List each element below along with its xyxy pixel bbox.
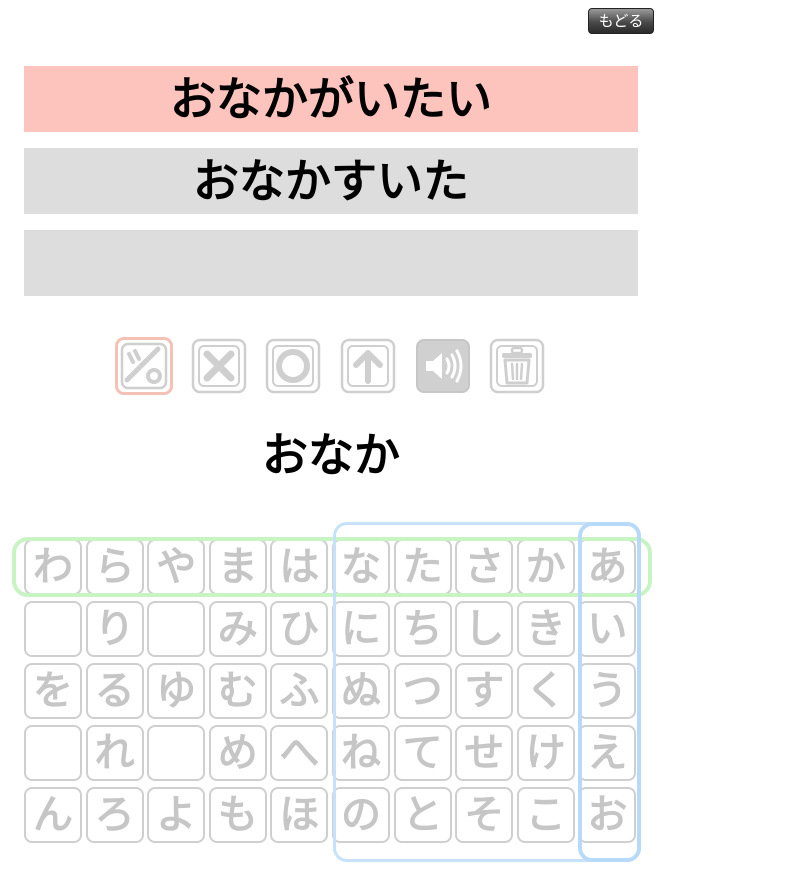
kana-key[interactable]: れ [85, 725, 144, 781]
kana-key[interactable] [24, 725, 82, 781]
kana-key[interactable]: み [208, 601, 267, 657]
column-highlight [578, 522, 641, 862]
kana-key[interactable]: ひ [270, 601, 329, 657]
trash-icon [489, 338, 545, 394]
kana-key[interactable]: ん [24, 787, 82, 843]
dakuten-button[interactable] [115, 337, 173, 395]
kana-key[interactable]: も [208, 787, 267, 843]
kana-key[interactable]: よ [147, 787, 206, 843]
dakuten-icon [120, 342, 168, 390]
speaker-icon [416, 339, 470, 393]
kana-key[interactable]: む [208, 663, 267, 719]
up-button[interactable] [339, 337, 397, 395]
kana-key[interactable]: ろ [85, 787, 144, 843]
close-button[interactable] [190, 337, 248, 395]
candidate-2[interactable]: おなかすいた [24, 148, 638, 214]
ok-button[interactable] [264, 337, 322, 395]
kana-key[interactable]: ほ [270, 787, 329, 843]
kana-key[interactable] [24, 601, 82, 657]
kana-key[interactable] [147, 725, 206, 781]
speaker-button[interactable] [414, 337, 472, 395]
close-icon [191, 338, 247, 394]
kana-key[interactable]: る [85, 663, 144, 719]
circle-icon [265, 338, 321, 394]
back-button[interactable]: もどる [588, 8, 654, 34]
kana-key[interactable] [147, 601, 206, 657]
kana-key[interactable]: ふ [270, 663, 329, 719]
trash-button[interactable] [488, 337, 546, 395]
kana-key[interactable]: め [208, 725, 267, 781]
candidate-3[interactable] [24, 230, 638, 296]
candidate-1[interactable]: おなかがいたい [24, 66, 638, 132]
arrow-up-icon [340, 338, 396, 394]
kana-key[interactable]: を [24, 663, 82, 719]
kana-key[interactable]: り [85, 601, 144, 657]
kana-key[interactable]: へ [270, 725, 329, 781]
input-text: おなか [262, 428, 400, 482]
kana-key[interactable]: ゆ [147, 663, 206, 719]
